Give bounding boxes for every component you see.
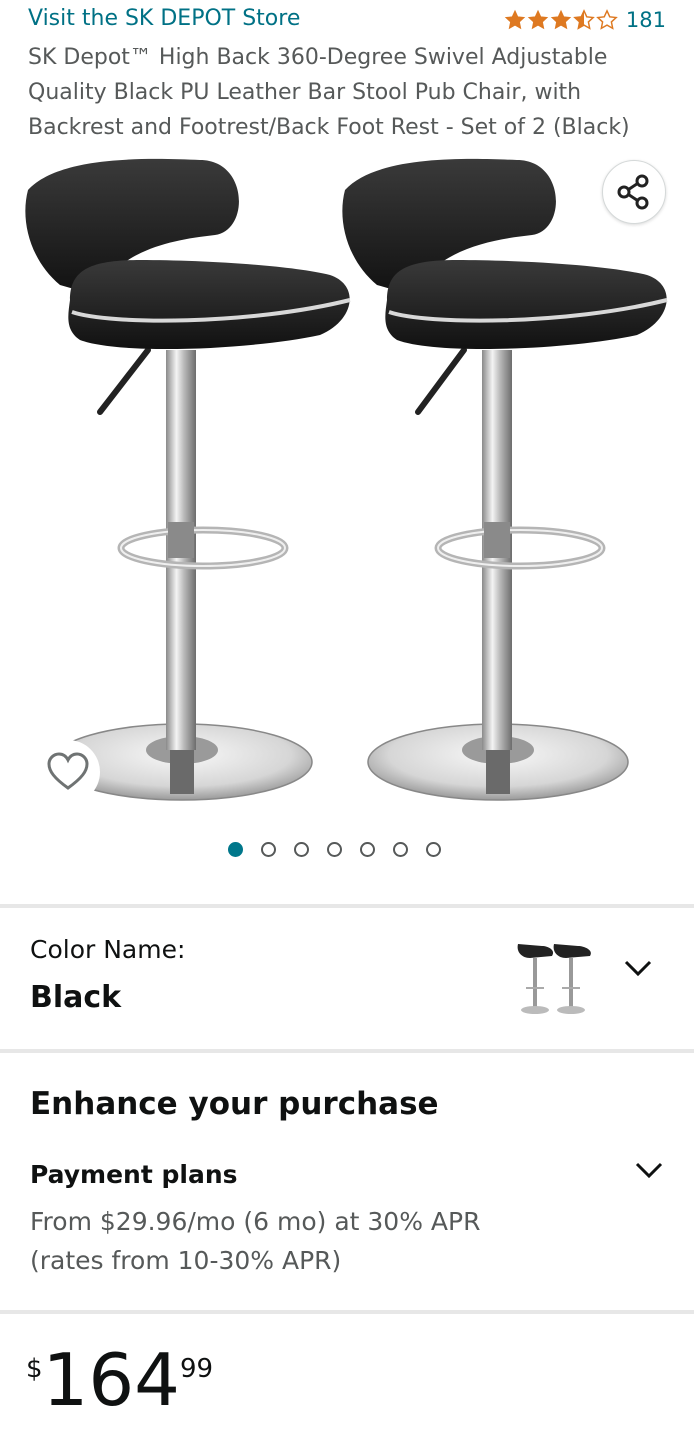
price-currency: $ [26,1354,43,1384]
heart-icon [47,752,89,790]
pager-dot[interactable] [393,842,408,857]
review-count[interactable]: 181 [626,8,666,32]
stool-left [25,158,351,801]
pager-dot[interactable] [228,842,243,857]
chevron-down-icon[interactable] [634,1160,664,1180]
rating[interactable]: 181 [504,8,666,32]
divider [0,1310,694,1314]
payment-plan-detail: From $29.96/mo (6 mo) at 30% APR [30,1207,481,1236]
star-rating [504,9,618,31]
payment-plans-title[interactable]: Payment plans [30,1160,238,1189]
pager-dot[interactable] [327,842,342,857]
product-image[interactable] [0,150,694,820]
star-full-icon [527,9,549,30]
divider [0,1049,694,1053]
price-whole: 164 [42,1338,180,1422]
color-swatch-thumbnail[interactable] [512,938,596,1016]
favorite-button[interactable] [36,740,100,804]
pager-dot[interactable] [360,842,375,857]
share-icon [617,174,649,210]
stool-right [342,158,668,801]
star-full-icon [550,9,572,30]
color-value: Black [30,980,122,1015]
share-button[interactable] [602,160,666,224]
chevron-down-icon[interactable] [623,958,653,978]
pager-dot[interactable] [261,842,276,857]
image-pager[interactable] [228,842,441,857]
product-title: SK Depot™ High Back 360-Degree Swivel Ad… [28,45,630,140]
price: $ 164 99 [26,1340,213,1420]
star-empty-icon [596,9,618,30]
color-label: Color Name: [30,935,186,964]
pager-dot[interactable] [426,842,441,857]
price-fraction: 99 [179,1354,214,1384]
divider [0,904,694,908]
star-half-icon [573,9,595,30]
pager-dot[interactable] [294,842,309,857]
section-title: Enhance your purchase [30,1086,439,1122]
star-full-icon [504,9,526,30]
payment-plan-rates: (rates from 10-30% APR) [30,1246,342,1275]
store-link[interactable]: Visit the SK DEPOT Store [28,6,300,31]
